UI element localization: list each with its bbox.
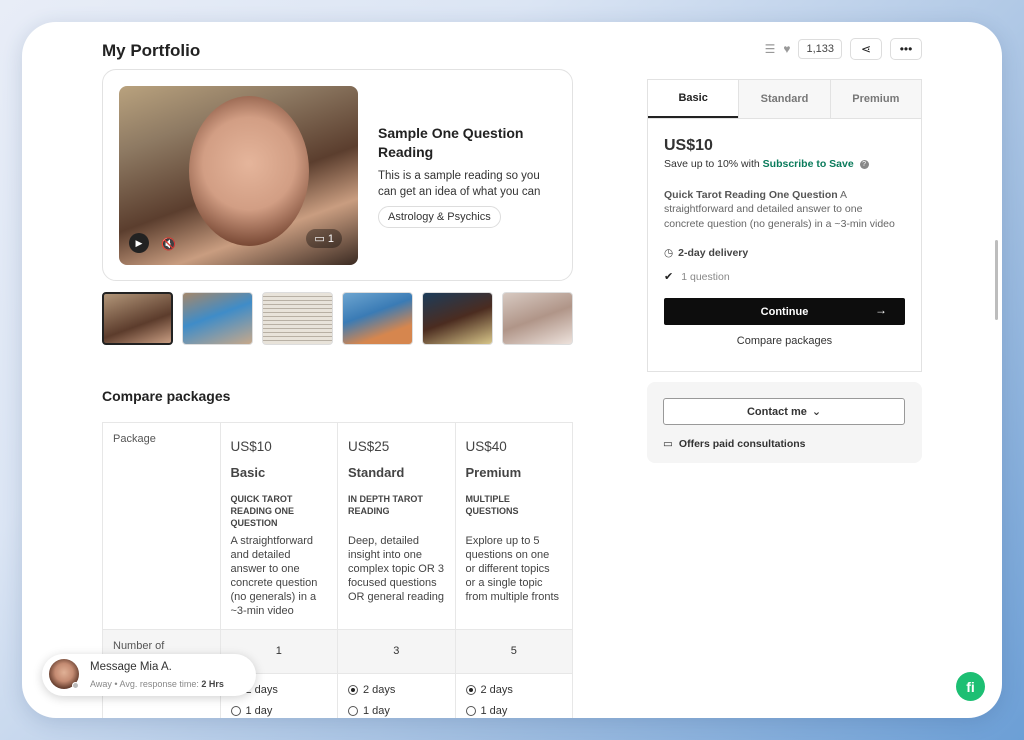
list-icon[interactable]: ☰ <box>765 42 776 56</box>
heart-icon[interactable]: ♥ <box>783 42 790 56</box>
table-row: Package US$10 Basic QUICK TAROT READING … <box>102 422 573 630</box>
play-icon[interactable]: ▶ <box>129 233 149 253</box>
package-panel: Basic Standard Premium US$10 Save up to … <box>647 79 922 372</box>
package-label: Package <box>102 422 221 630</box>
package-title: MULTIPLE QUESTIONS <box>465 494 519 517</box>
thumbnail-4[interactable] <box>342 292 413 345</box>
package-price: US$40 <box>465 439 507 454</box>
tab-premium[interactable]: Premium <box>829 80 921 118</box>
included-item: ✔ 1 question <box>664 270 730 284</box>
mute-icon[interactable]: 🔇 <box>161 237 176 251</box>
delivery-options-standard: 2 days 1 day <box>337 672 456 718</box>
package-name: Basic <box>230 465 266 480</box>
message-meta: Away • Avg. response time: 2 Hrs <box>90 679 224 689</box>
more-options-button[interactable]: ••• <box>890 38 922 60</box>
chevron-down-icon: ⌄ <box>811 406 822 418</box>
contact-me-button[interactable]: Contact me ⌄ <box>663 398 905 425</box>
package-price: US$10 <box>664 137 713 154</box>
number-premium: 5 <box>454 628 573 674</box>
radio-option[interactable]: 1 day <box>348 705 445 717</box>
check-icon: ✔ <box>664 271 674 284</box>
tab-basic[interactable]: Basic <box>648 80 739 118</box>
package-standard: US$25 Standard IN DEPTH TAROT READING De… <box>337 422 456 630</box>
consultations-info: ▭ Offers paid consultations <box>663 438 806 450</box>
more-dots-icon: ••• <box>899 42 913 56</box>
video-subject <box>189 96 309 246</box>
radio-option[interactable]: 1 day <box>465 705 563 717</box>
top-actions: ☰ ♥ 1,133 ⋖ ••• <box>765 38 922 60</box>
package-title: IN DEPTH TAROT READING <box>348 494 423 517</box>
package-price: US$25 <box>348 439 390 454</box>
page-title: My Portfolio <box>102 41 201 60</box>
thumbnail-2[interactable] <box>182 292 253 345</box>
video-count-badge: ▭ 1 <box>306 229 342 248</box>
package-description: Quick Tarot Reading One Question A strai… <box>664 189 895 230</box>
scrollbar[interactable] <box>995 240 998 320</box>
package-description: Explore up to 5 questions on one or diff… <box>465 535 560 603</box>
continue-button[interactable]: Continue → <box>664 298 905 326</box>
message-title: Message Mia A. <box>90 661 172 673</box>
share-button[interactable]: ⋖ <box>850 38 882 60</box>
subscribe-to-save-link[interactable]: Subscribe to Save <box>763 158 854 170</box>
thumbnail-3[interactable] <box>262 292 333 345</box>
fiverr-logo-icon[interactable]: fi <box>956 672 985 701</box>
compare-packages-link[interactable]: Compare packages <box>664 335 905 347</box>
package-basic: US$10 Basic QUICK TAROT READING ONE QUES… <box>219 422 338 630</box>
radio-icon[interactable] <box>348 705 358 716</box>
package-name: Standard <box>348 465 405 480</box>
share-icon: ⋖ <box>860 42 872 56</box>
message-seller-card[interactable]: Message Mia A. Away • Avg. response time… <box>42 654 256 696</box>
radio-icon[interactable] <box>230 705 241 716</box>
radio-option[interactable]: 1 day <box>230 705 328 717</box>
package-description: A straightforward and detailed answer to… <box>230 535 318 617</box>
sample-title: Sample One Question Reading <box>378 125 524 160</box>
category-tag[interactable]: Astrology & Psychics <box>378 206 501 228</box>
package-panel-body: US$10 Save up to 10% with Subscribe to S… <box>648 119 921 365</box>
tab-standard[interactable]: Standard <box>738 80 830 118</box>
browser-window: My Portfolio ☰ ♥ 1,133 ⋖ ••• ▶ 🔇 ▭ 1 Sam… <box>22 22 1002 718</box>
likes-count: 1,133 <box>798 39 842 59</box>
delivery-info: ◷ 2-day delivery <box>664 247 749 260</box>
package-title: QUICK TAROT READING ONE QUESTION <box>230 494 295 529</box>
delivery-options-premium: 2 days 1 day <box>454 672 573 718</box>
radio-option[interactable]: 2 days <box>348 684 445 696</box>
thumbnail-6[interactable] <box>502 292 573 345</box>
arrow-right-icon: → <box>875 303 887 318</box>
package-premium: US$40 Premium MULTIPLE QUESTIONS Explore… <box>454 422 573 630</box>
radio-icon[interactable] <box>465 705 476 716</box>
thumbnail-5[interactable] <box>422 292 493 345</box>
contact-panel: Contact me ⌄ ▭ Offers paid consultations <box>647 382 922 463</box>
thumbnail-1[interactable] <box>102 292 173 345</box>
thumbnail-strip <box>102 292 573 345</box>
package-price: US$10 <box>230 439 272 454</box>
help-icon[interactable]: ? <box>859 159 869 169</box>
radio-selected-icon[interactable] <box>348 684 358 695</box>
subscribe-save-text: Save up to 10% with Subscribe to Save ? <box>664 158 905 170</box>
radio-selected-icon[interactable] <box>465 684 476 695</box>
portfolio-gallery: ▶ 🔇 ▭ 1 Sample One Question Reading This… <box>102 69 573 281</box>
video-camera-icon: ▭ <box>663 438 673 450</box>
package-name: Premium <box>465 465 522 480</box>
status-dot-icon <box>72 682 79 689</box>
radio-option[interactable]: 2 days <box>465 684 563 696</box>
sample-description: This is a sample reading so you can get … <box>378 170 541 198</box>
clock-icon: ◷ <box>664 247 674 260</box>
package-description: Deep, detailed insight into one complex … <box>348 535 445 603</box>
video-preview[interactable]: ▶ 🔇 ▭ 1 <box>119 86 358 265</box>
package-tabs: Basic Standard Premium <box>648 80 921 119</box>
compare-packages-title: Compare packages <box>102 388 231 404</box>
number-standard: 3 <box>337 628 456 674</box>
